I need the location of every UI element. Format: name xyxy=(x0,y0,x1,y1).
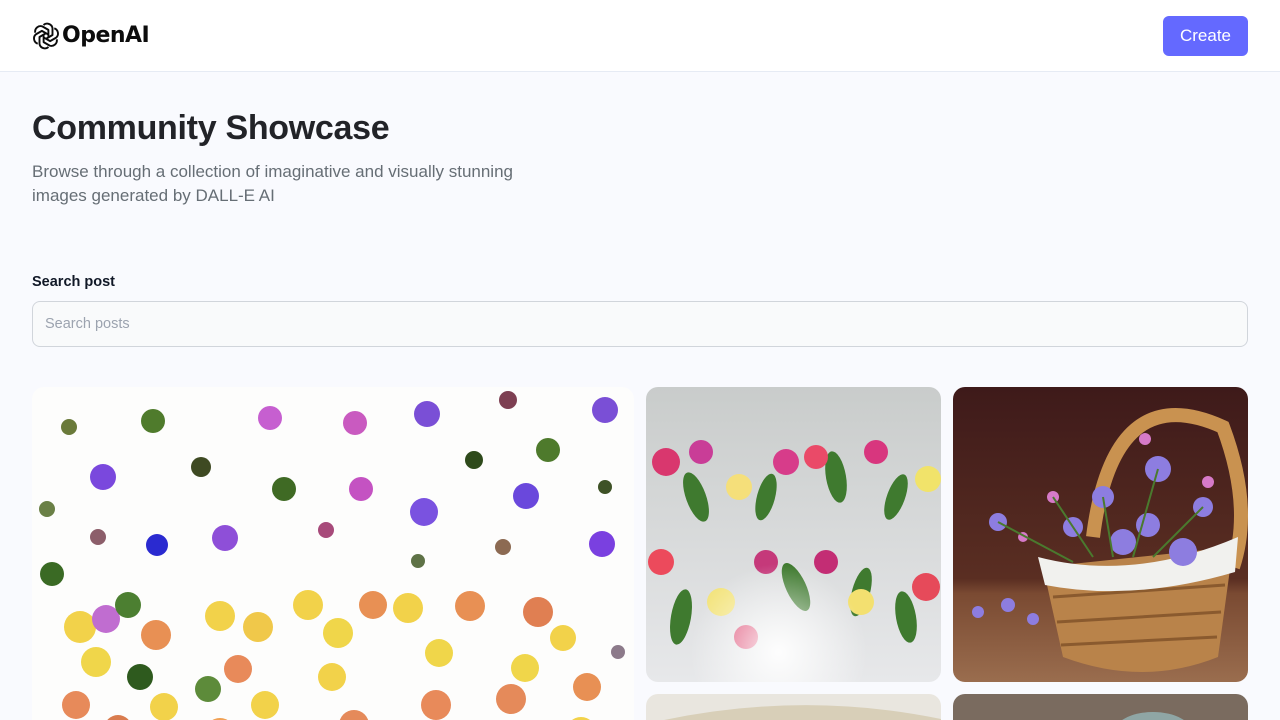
search-label: Search post xyxy=(32,274,115,290)
gallery-image xyxy=(646,694,941,720)
openai-logo[interactable]: OpenAI xyxy=(32,22,150,50)
gallery-card[interactable] xyxy=(646,694,941,720)
gallery-card[interactable] xyxy=(646,387,941,682)
search-input[interactable] xyxy=(32,301,1248,347)
gallery-image xyxy=(953,387,1248,682)
page-subtitle: Browse through a collection of imaginati… xyxy=(32,162,513,205)
logo-wordmark: OpenAI xyxy=(62,23,150,48)
gallery-image xyxy=(646,387,941,682)
top-navbar: OpenAI Create xyxy=(0,0,1280,72)
create-button[interactable]: Create xyxy=(1163,15,1248,56)
gallery-image xyxy=(32,387,634,720)
page-title: Community Showcase xyxy=(32,109,390,147)
image-gallery xyxy=(32,387,1248,720)
openai-logo-icon xyxy=(33,22,59,49)
gallery-card[interactable] xyxy=(32,387,634,720)
gallery-card[interactable] xyxy=(953,694,1248,720)
gallery-card[interactable] xyxy=(953,387,1248,682)
main-content: Community Showcase Browse through a coll… xyxy=(32,72,1248,347)
gallery-image xyxy=(953,694,1248,720)
